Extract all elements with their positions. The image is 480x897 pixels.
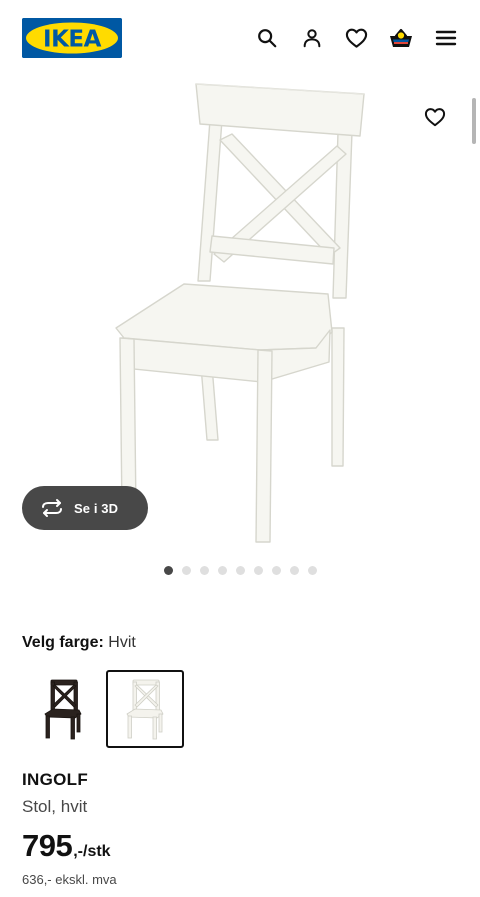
color-label-value: Hvit	[108, 634, 136, 651]
pagination-dot[interactable]	[236, 566, 245, 575]
cart-basket-icon[interactable]	[387, 24, 415, 52]
wishlist-heart-icon[interactable]	[342, 24, 370, 52]
add-to-wishlist-button[interactable]	[420, 102, 450, 132]
hamburger-menu-icon[interactable]	[432, 24, 460, 52]
color-selector-label: Velg farge: Hvit	[22, 634, 136, 652]
brown-black-chair-thumbnail	[44, 679, 82, 740]
price-excl-vat: 636,- ekskl. mva	[22, 872, 117, 887]
account-icon[interactable]	[298, 24, 326, 52]
pagination-dot[interactable]	[308, 566, 317, 575]
product-price: 795 ,-/stk	[22, 828, 111, 864]
product-gallery[interactable]	[0, 76, 480, 556]
pagination-dot[interactable]	[254, 566, 263, 575]
pagination-dot[interactable]	[200, 566, 209, 575]
site-header: IKEA	[0, 0, 480, 76]
gallery-pagination	[164, 566, 317, 575]
product-image-white-chair	[115, 83, 365, 543]
search-icon[interactable]	[253, 24, 281, 52]
logo-text: IKEA	[43, 27, 102, 53]
pagination-dot[interactable]	[182, 566, 191, 575]
pagination-dot[interactable]	[218, 566, 227, 575]
product-description: Stol, hvit	[22, 797, 88, 816]
heart-outline-icon	[424, 108, 446, 127]
view-in-3d-button[interactable]: Se i 3D	[22, 486, 148, 530]
pagination-dot[interactable]	[290, 566, 299, 575]
color-swatch-white[interactable]	[106, 670, 184, 748]
price-integer: 795	[22, 828, 73, 863]
pagination-dot[interactable]	[272, 566, 281, 575]
view-in-3d-label: Se i 3D	[74, 500, 119, 516]
color-swatch-brown-black[interactable]	[24, 670, 102, 748]
white-chair-thumbnail	[126, 679, 164, 740]
color-label-key: Velg farge:	[22, 634, 104, 651]
product-name: INGOLF	[22, 770, 89, 789]
ikea-logo[interactable]: IKEA	[22, 18, 122, 58]
pagination-dot[interactable]	[164, 566, 173, 575]
rotate-3d-icon	[42, 499, 62, 517]
price-suffix: ,-/stk	[73, 843, 111, 860]
